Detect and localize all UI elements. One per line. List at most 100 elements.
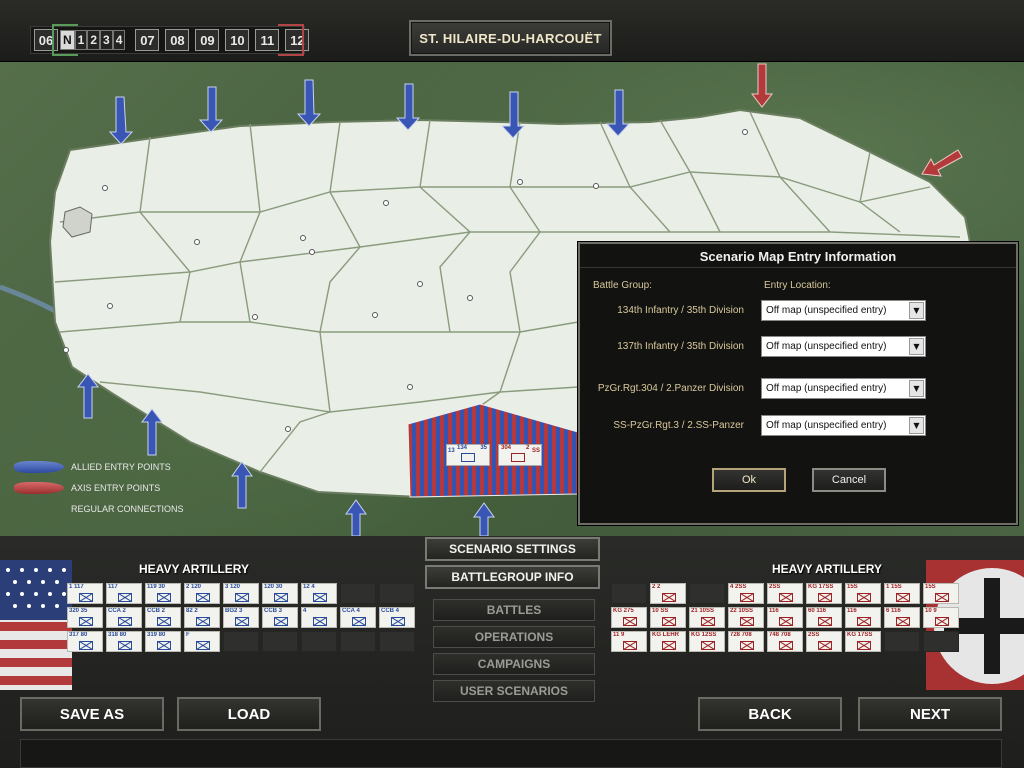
dropdown-arrow-icon[interactable]: ▼	[909, 379, 924, 397]
allied-counter[interactable]: 13 134 35	[446, 444, 490, 466]
axis-unit-counter[interactable]: 2SS	[767, 583, 803, 604]
allied-unit-counter[interactable]: 12 4	[301, 583, 337, 604]
next-button[interactable]: NEXT	[858, 697, 1002, 731]
unit-label: 728 708	[730, 632, 752, 638]
dropdown-arrow-icon[interactable]: ▼	[909, 337, 924, 355]
cancel-button[interactable]: Cancel	[812, 468, 886, 492]
axis-unit-counter[interactable]: 10 SS	[650, 607, 686, 628]
day-button-07[interactable]: 07	[135, 29, 160, 51]
unit-label: 11 9	[613, 632, 625, 638]
col-header-entry: Entry Location:	[764, 280, 831, 291]
entry-location-select[interactable]: Off map (unspecified entry) ▼	[761, 414, 926, 436]
axis-unit-counter[interactable]: 116	[845, 607, 881, 628]
axis-unit-counter[interactable]: KG 275	[611, 607, 647, 628]
axis-unit-counter[interactable]: KG LEHR	[650, 631, 686, 652]
axis-unit-counter[interactable]: KG 12SS	[689, 631, 725, 652]
unit-symbol-icon	[157, 617, 171, 626]
allied-unit-counter[interactable]: CCA 2	[106, 607, 142, 628]
day-button-11[interactable]: 11	[255, 29, 280, 51]
axis-unit-counter[interactable]: 10 9	[923, 607, 959, 628]
ok-button[interactable]: Ok	[712, 468, 786, 492]
allied-unit-counter[interactable]: CCB 3	[262, 607, 298, 628]
timeline-end-bracket[interactable]	[278, 24, 304, 56]
allied-unit-counter[interactable]: 319 80	[145, 631, 181, 652]
dropdown-arrow-icon[interactable]: ▼	[909, 416, 924, 434]
axis-unit-counter[interactable]: 60 116	[806, 607, 842, 628]
timeline-start-bracket[interactable]	[52, 24, 78, 56]
unit-symbol-icon	[79, 617, 93, 626]
axis-unit-counter[interactable]: 728 708	[728, 631, 764, 652]
allied-unit-counter[interactable]: 82 2	[184, 607, 220, 628]
load-button[interactable]: LOAD	[177, 697, 321, 731]
allied-unit-counter[interactable]: 317 80	[67, 631, 103, 652]
axis-unit-counter[interactable]: 15S	[923, 583, 959, 604]
axis-unit-counter[interactable]: 11 9	[611, 631, 647, 652]
scenario-settings-tab[interactable]: SCENARIO SETTINGS	[425, 537, 600, 561]
axis-unit-counter[interactable]: 15S	[845, 583, 881, 604]
campaigns-button[interactable]: CAMPAIGNS	[433, 653, 595, 675]
axis-unit-counter[interactable]: 6 116	[884, 607, 920, 628]
unit-label: 4	[303, 608, 307, 614]
turn-3[interactable]: 3	[100, 30, 113, 50]
unit-symbol-icon	[623, 617, 637, 626]
axis-unit-counter[interactable]: KG 17SS	[806, 583, 842, 604]
operational-map[interactable]: 13 134 35 304 2 SS ALLIED ENTRY POINTS A…	[0, 62, 1024, 536]
save-as-button[interactable]: SAVE AS	[20, 697, 164, 731]
axis-unit-counter[interactable]: 116	[767, 607, 803, 628]
axis-unit-counter[interactable]: 4 2SS	[728, 583, 764, 604]
day-button-10[interactable]: 10	[225, 29, 250, 51]
entry-location-select[interactable]: Off map (unspecified entry) ▼	[761, 299, 926, 321]
axis-unit-counter[interactable]: 2 2	[650, 583, 686, 604]
unit-symbol-icon	[196, 641, 210, 650]
unit-symbol-icon	[779, 593, 793, 602]
unit-label: 319 80	[147, 632, 166, 638]
entry-location-select[interactable]: Off map (unspecified entry) ▼	[761, 335, 926, 357]
allied-unit-counter[interactable]: 3 120	[223, 583, 259, 604]
allied-unit-counter[interactable]: 119 30	[145, 583, 181, 604]
axis-unit-counter[interactable]: 21 10SS	[689, 607, 725, 628]
axis-unit-counter[interactable]: 1 15S	[884, 583, 920, 604]
unit-symbol-icon	[818, 593, 832, 602]
allied-unit-counter[interactable]: 318 80	[106, 631, 142, 652]
axis-unit-counter[interactable]: 748 708	[767, 631, 803, 652]
axis-counter[interactable]: 304 2 SS	[498, 444, 542, 466]
turn-2[interactable]: 2	[87, 30, 101, 50]
axis-unit-counter[interactable]: 22 10SS	[728, 607, 764, 628]
allied-unit-counter[interactable]: 320 35	[67, 607, 103, 628]
axis-unit-counter[interactable]: KG 17SS	[845, 631, 881, 652]
allied-unit-counter[interactable]: CCA 4	[340, 607, 376, 628]
operations-button[interactable]: OPERATIONS	[433, 626, 595, 648]
back-button[interactable]: BACK	[698, 697, 842, 731]
unit-symbol-icon	[818, 617, 832, 626]
unit-symbol-icon	[779, 641, 793, 650]
axis-unit-counter[interactable]: 2SS	[806, 631, 842, 652]
unit-symbol-icon	[157, 641, 171, 650]
unit-label: KG 17SS	[808, 584, 834, 590]
unit-symbol-icon	[740, 641, 754, 650]
day-button-09[interactable]: 09	[195, 29, 220, 51]
allied-unit-counter[interactable]: 120 30	[262, 583, 298, 604]
unit-label: 116	[847, 608, 857, 614]
allied-unit-counter[interactable]: 117	[106, 583, 142, 604]
dropdown-arrow-icon[interactable]: ▼	[909, 301, 924, 319]
day-button-08[interactable]: 08	[165, 29, 190, 51]
allied-unit-counter[interactable]: CCB 4	[379, 607, 415, 628]
allied-unit-counter[interactable]: F	[184, 631, 220, 652]
turn-4[interactable]: 4	[112, 30, 126, 50]
allied-unit-counter[interactable]: 1 117	[67, 583, 103, 604]
allied-unit-counter[interactable]: CCB 2	[145, 607, 181, 628]
entry-location-select[interactable]: Off map (unspecified entry) ▼	[761, 377, 926, 399]
allied-counter-size: 35	[480, 445, 487, 451]
unit-label: 116	[769, 608, 779, 614]
bottom-panel: HEAVY ARTILLERY HEAVY ARTILLERY 1 117 117…	[0, 536, 1024, 768]
empty-unit-slot	[340, 583, 376, 604]
unit-symbol-icon	[118, 641, 132, 650]
allied-unit-counter[interactable]: BG2 3	[223, 607, 259, 628]
unit-symbol-icon	[662, 617, 676, 626]
unit-symbol-icon	[662, 593, 676, 602]
allied-unit-counter[interactable]: 4	[301, 607, 337, 628]
battles-button[interactable]: BATTLES	[433, 599, 595, 621]
user-scenarios-button[interactable]: USER SCENARIOS	[433, 680, 595, 702]
battlegroup-info-tab[interactable]: BATTLEGROUP INFO	[425, 565, 600, 589]
allied-unit-counter[interactable]: 2 120	[184, 583, 220, 604]
